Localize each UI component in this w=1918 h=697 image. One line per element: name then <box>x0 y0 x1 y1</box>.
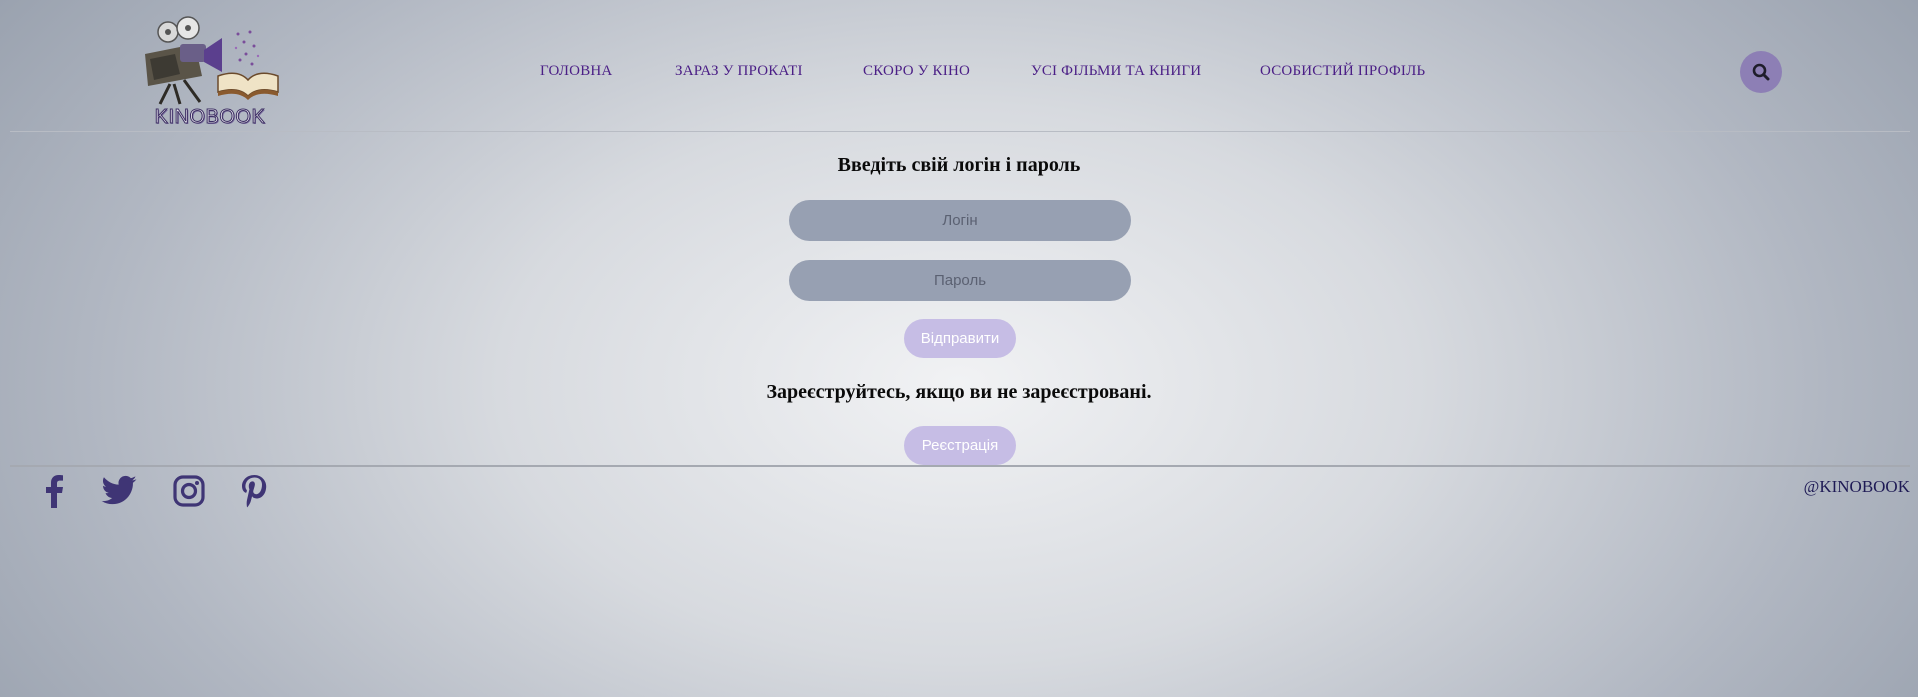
twitter-icon <box>101 475 137 505</box>
site-header: KINOBOOK ГОЛОВНА ЗАРАЗ У ПРОКАТІ СКОРО У… <box>0 0 1918 132</box>
pinterest-icon <box>242 475 267 508</box>
facebook-icon <box>46 475 63 508</box>
logo-text: KINOBOOK <box>154 106 266 129</box>
copyright-text: @KINOBOOK <box>1803 477 1910 496</box>
nav-item-now-showing[interactable]: ЗАРАЗ У ПРОКАТІ <box>675 63 803 80</box>
facebook-link[interactable] <box>36 472 74 510</box>
main-nav: ГОЛОВНА ЗАРАЗ У ПРОКАТІ СКОРО У КІНО УСІ… <box>0 63 1918 83</box>
register-heading: Зареєструйтесь, якщо ви не зареєстровані… <box>766 381 1152 403</box>
twitter-link[interactable] <box>100 472 138 510</box>
nav-item-profile[interactable]: ОСОБИСТИЙ ПРОФІЛЬ <box>1260 63 1425 80</box>
login-input[interactable] <box>789 200 1131 241</box>
instagram-link[interactable] <box>170 472 208 510</box>
search-button[interactable] <box>1740 51 1782 93</box>
login-heading: Введіть свій логін і пароль <box>837 154 1081 176</box>
camera-book-logo-icon <box>145 16 279 105</box>
instagram-icon <box>173 475 205 507</box>
login-section: Введіть свій логін і пароль Відправити З… <box>0 132 1918 465</box>
pinterest-link[interactable] <box>235 472 273 510</box>
site-footer: @KINOBOOK <box>0 467 1918 527</box>
search-icon <box>1752 63 1770 81</box>
register-button[interactable]: Реєстрація <box>904 426 1016 465</box>
nav-item-coming-soon[interactable]: СКОРО У КІНО <box>863 63 970 80</box>
nav-item-home[interactable]: ГОЛОВНА <box>540 63 612 80</box>
password-input[interactable] <box>789 260 1131 301</box>
nav-item-all-films-books[interactable]: УСІ ФІЛЬМИ ТА КНИГИ <box>1031 63 1201 80</box>
submit-button[interactable]: Відправити <box>904 319 1016 358</box>
